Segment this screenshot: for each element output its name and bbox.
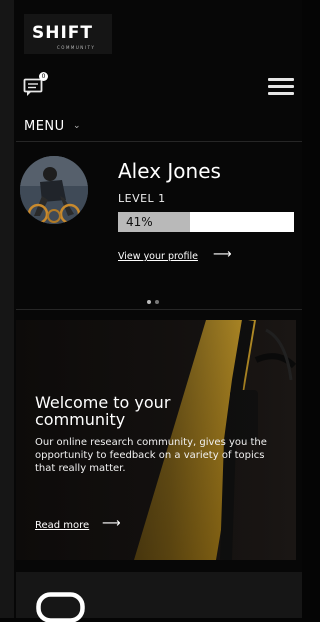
- logo-sub-text: COMMUNITY: [57, 45, 96, 50]
- shift-community-logo[interactable]: SHIFT COMMUNITY: [24, 14, 112, 54]
- welcome-title: Welcome to your community: [35, 393, 171, 429]
- read-more-link[interactable]: Read more: [35, 520, 89, 531]
- arrow-right-icon[interactable]: ⟶: [213, 247, 232, 262]
- arrow-right-icon[interactable]: ⟶: [102, 516, 121, 531]
- profile-name: Alex Jones: [118, 159, 221, 183]
- view-profile-link[interactable]: View your profile: [118, 251, 198, 262]
- carousel-dot[interactable]: [155, 300, 159, 304]
- avatar[interactable]: [20, 156, 88, 224]
- carousel-pagination[interactable]: [147, 289, 163, 308]
- welcome-card[interactable]: Welcome to your community Our online res…: [16, 320, 296, 560]
- hamburger-icon[interactable]: [268, 77, 294, 97]
- welcome-body-text: Our online research community, gives you…: [35, 437, 267, 474]
- next-card[interactable]: [16, 572, 302, 622]
- notification-badge: 0: [39, 72, 48, 81]
- divider: [16, 309, 302, 310]
- profile-level: LEVEL 1: [118, 192, 166, 205]
- avatar-cyclist-image: [20, 156, 88, 224]
- app-frame: SHIFT COMMUNITY 0 MENU ⌄ Alex Jones LEVE…: [0, 0, 302, 622]
- logo-main-text: SHIFT: [32, 23, 94, 43]
- chat-button[interactable]: 0: [23, 72, 48, 98]
- chevron-down-icon[interactable]: ⌄: [73, 121, 81, 131]
- carousel-dot[interactable]: [147, 300, 151, 304]
- divider: [16, 141, 302, 142]
- level-progress-bar: 41%: [118, 212, 294, 232]
- left-rail: [0, 0, 14, 618]
- progress-percent-text: 41%: [126, 215, 153, 229]
- chat-bubble-icon: [23, 78, 43, 96]
- menu-dropdown-label[interactable]: MENU: [24, 119, 65, 134]
